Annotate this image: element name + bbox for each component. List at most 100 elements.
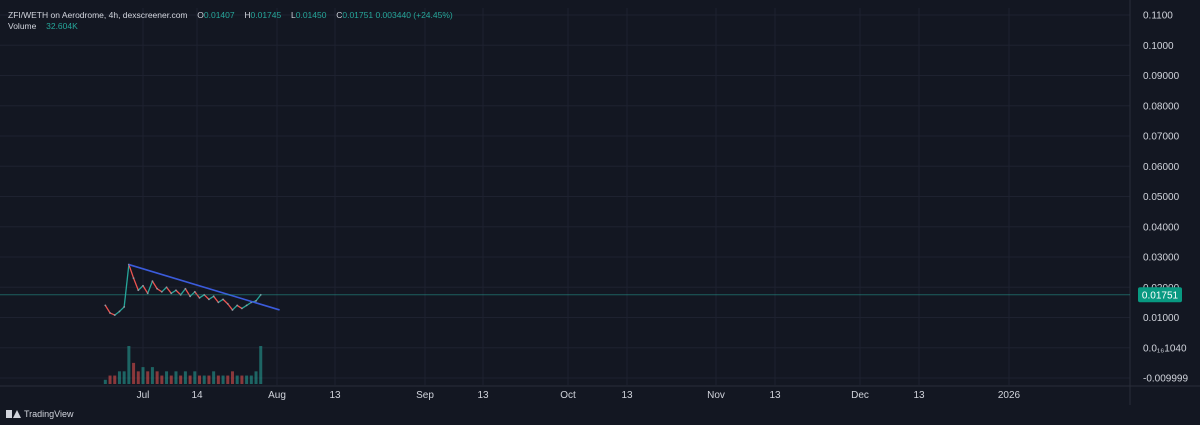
price-segment bbox=[203, 294, 210, 300]
y-tick-label: 0.07000 bbox=[1143, 132, 1180, 143]
volume-bar bbox=[221, 375, 225, 384]
volume-bar bbox=[179, 375, 183, 384]
x-tick-label: Sep bbox=[416, 390, 434, 401]
volume-bar bbox=[141, 367, 145, 384]
price-segment bbox=[222, 298, 229, 305]
price-point bbox=[236, 304, 239, 307]
price-segment bbox=[255, 294, 262, 302]
price-point bbox=[222, 298, 224, 301]
price-segment bbox=[180, 288, 186, 296]
legend-symbol: ZFI/WETH on Aerodrome, 4h, dexscreener.c… bbox=[8, 10, 188, 20]
price-segment bbox=[132, 277, 139, 291]
tradingview-brand[interactable]: TradingView bbox=[6, 409, 74, 419]
x-tick-label: 2026 bbox=[998, 390, 1021, 401]
legend-high-value: 0.01745 bbox=[250, 10, 282, 20]
price-point bbox=[160, 290, 163, 293]
y-tick-label: 0.04000 bbox=[1143, 222, 1180, 233]
volume-bar bbox=[193, 371, 197, 384]
price-point bbox=[104, 304, 107, 307]
price-point bbox=[231, 309, 234, 311]
volume-bar bbox=[108, 375, 112, 384]
legend-low-value: 0.01450 bbox=[295, 10, 327, 20]
price-point bbox=[142, 284, 144, 287]
y-axis: 0.1100 0.1000 0.09000 0.08000 0.07000 0.06000… bbox=[1143, 11, 1188, 385]
y-tick-label: 0.01000 bbox=[1143, 313, 1180, 324]
volume-bar bbox=[136, 371, 140, 384]
volume-bar bbox=[183, 371, 187, 384]
y-tick-label: 0.05000 bbox=[1143, 192, 1180, 203]
tradingview-logo-icon bbox=[6, 410, 21, 418]
price-segment bbox=[232, 304, 238, 311]
y-tick-label: 0.09000 bbox=[1143, 71, 1180, 82]
price-point bbox=[193, 290, 196, 293]
brand-name: TradingView bbox=[24, 409, 74, 419]
volume-bar bbox=[207, 375, 211, 384]
price-point bbox=[198, 296, 201, 299]
x-tick-label: 13 bbox=[769, 390, 781, 401]
volume-bar bbox=[127, 346, 131, 384]
volume-bar bbox=[235, 375, 239, 384]
volume-bar bbox=[117, 371, 121, 384]
chart-container[interactable]: 0.1100 0.1000 0.09000 0.08000 0.07000 0.06000… bbox=[0, 0, 1200, 425]
volume-bar bbox=[146, 371, 150, 384]
price-point bbox=[241, 307, 243, 310]
volume-bar bbox=[169, 375, 173, 384]
volume-bar bbox=[160, 375, 164, 384]
legend-volume-row: Volume 32.604K bbox=[8, 21, 453, 32]
y-tick-label: -0.009999 bbox=[1143, 374, 1188, 385]
x-tick-label: 13 bbox=[329, 390, 341, 401]
price-point bbox=[156, 287, 159, 290]
volume-bar bbox=[254, 371, 258, 384]
price-point bbox=[118, 310, 121, 313]
price-point bbox=[132, 277, 135, 280]
price-segment bbox=[175, 289, 182, 296]
volume-bar bbox=[174, 371, 178, 384]
volume-bar bbox=[202, 375, 206, 384]
legend-volume-label: Volume bbox=[8, 21, 37, 31]
y-tick-label: 0.06000 bbox=[1143, 162, 1180, 173]
price-point bbox=[212, 295, 215, 298]
price-point bbox=[255, 299, 257, 302]
price-point bbox=[226, 302, 229, 305]
price-tag-layer: 0.01751 bbox=[0, 287, 1182, 303]
y-tick-label: 0.1000 bbox=[1143, 41, 1174, 52]
price-segment bbox=[227, 303, 233, 311]
price-segment bbox=[119, 306, 125, 312]
volume-bar bbox=[103, 379, 107, 384]
legend-close-value: 0.01751 bbox=[342, 10, 374, 20]
price-segment bbox=[104, 305, 111, 314]
volume-bar bbox=[188, 375, 192, 384]
x-tick-label: 13 bbox=[913, 390, 925, 401]
volume-bar bbox=[230, 371, 234, 384]
x-tick-label: 13 bbox=[477, 390, 489, 401]
price-segment bbox=[128, 264, 135, 279]
x-tick-label: Dec bbox=[851, 390, 869, 401]
price-point bbox=[137, 289, 140, 292]
price-point bbox=[175, 289, 177, 292]
x-tick-label: Oct bbox=[560, 390, 576, 401]
price-chart[interactable]: 0.1100 0.1000 0.09000 0.08000 0.07000 0.06000… bbox=[0, 0, 1200, 425]
y-tick-label: 0.08000 bbox=[1143, 101, 1180, 112]
volume-bar bbox=[150, 367, 154, 384]
volume-bar bbox=[132, 362, 136, 384]
price-point bbox=[245, 304, 248, 307]
volume-bar bbox=[226, 375, 230, 384]
current-price-label: 0.01751 bbox=[1142, 290, 1179, 301]
volume-bar bbox=[245, 375, 249, 384]
price-point bbox=[217, 301, 220, 304]
x-tick-label: 14 bbox=[191, 390, 203, 401]
y-tick-label: 0.03000 bbox=[1143, 253, 1180, 264]
price-point bbox=[184, 287, 187, 290]
price-point bbox=[208, 298, 210, 301]
x-axis: Jul 14 Aug 13 Sep 13 Oct 13 Nov 13 Dec 13 2026 bbox=[137, 390, 1021, 401]
price-point bbox=[109, 312, 111, 314]
volume-bar bbox=[259, 346, 263, 384]
legend-open-value: 0.01407 bbox=[203, 10, 235, 20]
price-point bbox=[170, 292, 173, 295]
legend-change: 0.003440 (+24.45%) bbox=[375, 10, 453, 20]
y-tick-label: 0.0₁₆1040 bbox=[1143, 343, 1187, 354]
legend-open-label: O bbox=[197, 10, 204, 20]
price-series bbox=[104, 263, 262, 316]
volume-bar bbox=[249, 375, 253, 384]
volume-bar bbox=[113, 375, 117, 384]
